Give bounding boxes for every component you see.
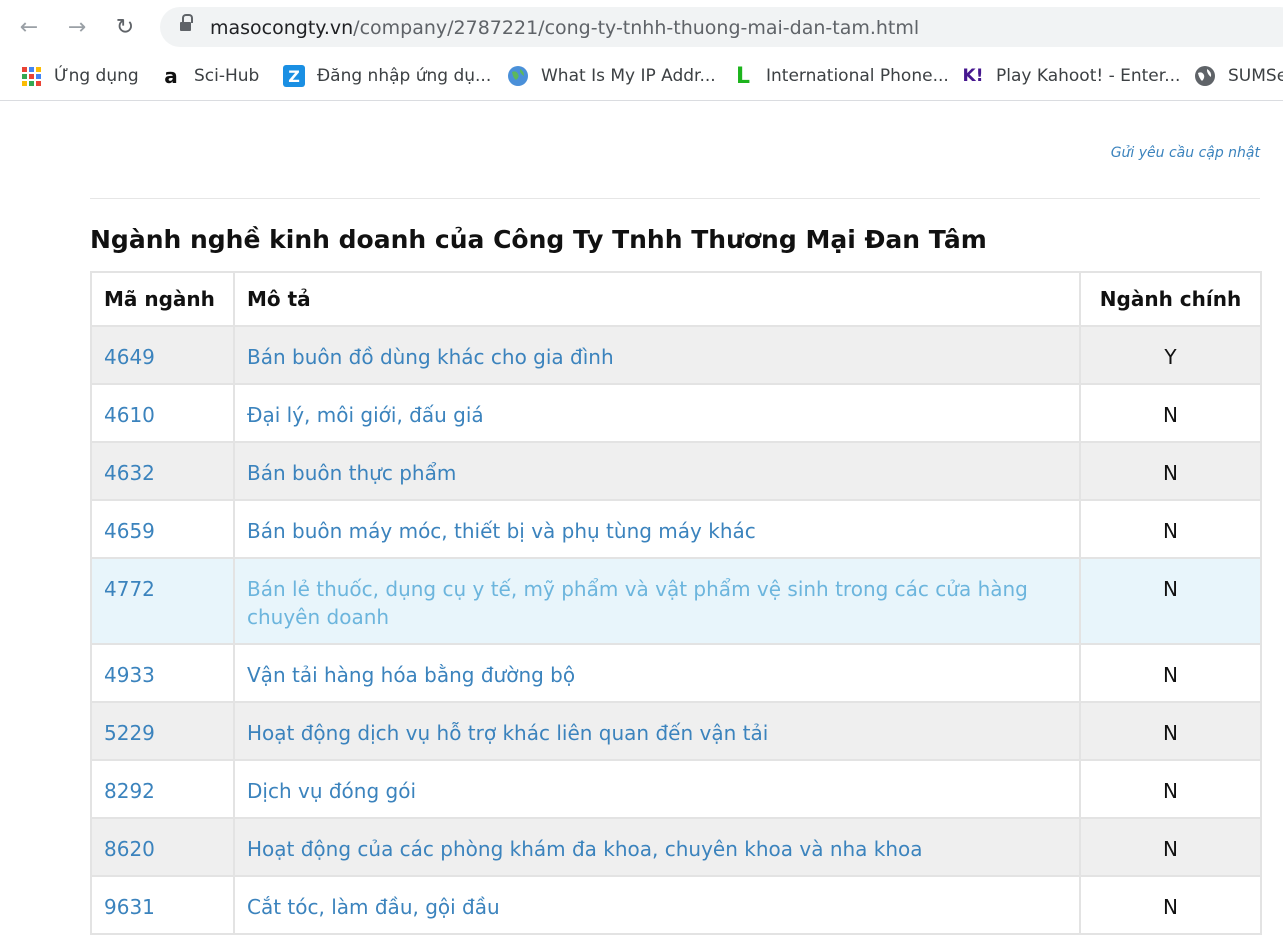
industry-code-link[interactable]: 9631 bbox=[90, 875, 235, 935]
back-arrow-icon[interactable]: ← bbox=[14, 12, 44, 42]
table-row: 4610 Đại lý, môi giới, đấu giá N bbox=[90, 383, 1262, 443]
industry-code-link[interactable]: 4772 bbox=[90, 557, 235, 645]
industry-code-link[interactable]: 4933 bbox=[90, 643, 235, 703]
section-title: Ngành nghề kinh doanh của Công Ty Tnhh T… bbox=[90, 225, 987, 254]
main-industry-flag: N bbox=[1079, 759, 1262, 819]
table-row: 5229 Hoạt động dịch vụ hỗ trợ khác liên … bbox=[90, 701, 1262, 761]
main-industry-flag: N bbox=[1079, 557, 1262, 645]
bookmark-sumse[interactable]: SUMSe bbox=[1194, 64, 1283, 88]
main-industry-flag: N bbox=[1079, 643, 1262, 703]
bookmark-label: What Is My IP Addr... bbox=[541, 66, 716, 86]
industry-desc-link[interactable]: Bán buôn máy móc, thiết bị và phụ tùng m… bbox=[233, 499, 1081, 559]
bookmark-scihub[interactable]: a Sci-Hub bbox=[160, 64, 259, 88]
browser-toolbar: ← → ↻ masocongty.vn/company/2787221/cong… bbox=[0, 0, 1283, 54]
bookmark-label: Sci-Hub bbox=[194, 66, 260, 86]
business-lines-table: Mã ngành Mô tả Ngành chính 4649 Bán buôn… bbox=[90, 271, 1262, 935]
divider bbox=[90, 198, 1260, 199]
table-row: 4933 Vận tải hàng hóa bằng đường bộ N bbox=[90, 643, 1262, 703]
industry-code-link[interactable]: 5229 bbox=[90, 701, 235, 761]
industry-desc-link[interactable]: Hoạt động dịch vụ hỗ trợ khác liên quan … bbox=[233, 701, 1081, 761]
main-industry-flag: N bbox=[1079, 383, 1262, 443]
main-industry-flag: N bbox=[1079, 875, 1262, 935]
url-domain: masocongty.vn bbox=[210, 17, 354, 39]
header-desc: Mô tả bbox=[233, 271, 1081, 327]
table-row: 4659 Bán buôn máy móc, thiết bị và phụ t… bbox=[90, 499, 1262, 559]
industry-desc-link[interactable]: Cắt tóc, làm đầu, gội đầu bbox=[233, 875, 1081, 935]
bookmark-apps[interactable]: Ứng dụng bbox=[20, 64, 139, 88]
bookmark-zalo[interactable]: Z Đăng nhập ứng dụ... bbox=[283, 64, 491, 88]
industry-desc-link[interactable]: Dịch vụ đóng gói bbox=[233, 759, 1081, 819]
industry-code-link[interactable]: 4610 bbox=[90, 383, 235, 443]
url-path: /company/2787221/cong-ty-tnhh-thuong-mai… bbox=[353, 17, 920, 39]
industry-desc-link[interactable]: Bán buôn đồ dùng khác cho gia đình bbox=[233, 325, 1081, 385]
lock-icon bbox=[180, 14, 193, 31]
reload-icon[interactable]: ↻ bbox=[110, 12, 140, 42]
table-row: 4649 Bán buôn đồ dùng khác cho gia đình … bbox=[90, 325, 1262, 385]
header-code: Mã ngành bbox=[90, 271, 235, 327]
bookmark-intl-phone[interactable]: L International Phone... bbox=[732, 63, 949, 89]
bookmark-label: Ứng dụng bbox=[54, 66, 139, 86]
table-header-row: Mã ngành Mô tả Ngành chính bbox=[90, 271, 1262, 327]
bookmarks-bar: Ứng dụng a Sci-Hub Z Đăng nhập ứng dụ...… bbox=[0, 56, 1283, 101]
update-request-link[interactable]: Gửi yêu cầu cập nhật bbox=[1111, 145, 1260, 161]
bookmark-label: Đăng nhập ứng dụ... bbox=[317, 66, 492, 86]
industry-code-link[interactable]: 4649 bbox=[90, 325, 235, 385]
bookmark-label: SUMSe bbox=[1228, 66, 1283, 86]
url-text[interactable]: masocongty.vn/company/2787221/cong-ty-tn… bbox=[210, 17, 919, 39]
industry-desc-link[interactable]: Hoạt động của các phòng khám đa khoa, ch… bbox=[233, 817, 1081, 877]
zalo-icon: Z bbox=[283, 65, 305, 87]
main-industry-flag: Y bbox=[1079, 325, 1262, 385]
industry-desc-link[interactable]: Bán buôn thực phẩm bbox=[233, 441, 1081, 501]
main-industry-flag: N bbox=[1079, 499, 1262, 559]
apps-grid-icon bbox=[20, 65, 42, 87]
industry-code-link[interactable]: 8620 bbox=[90, 817, 235, 877]
address-bar[interactable]: masocongty.vn/company/2787221/cong-ty-tn… bbox=[160, 7, 1283, 47]
table-row: 4632 Bán buôn thực phẩm N bbox=[90, 441, 1262, 501]
table-row: 8620 Hoạt động của các phòng khám đa kho… bbox=[90, 817, 1262, 877]
amazon-icon: a bbox=[164, 64, 178, 88]
industry-desc-link[interactable]: Vận tải hàng hóa bằng đường bộ bbox=[233, 643, 1081, 703]
header-main: Ngành chính bbox=[1079, 271, 1262, 327]
globe-icon bbox=[507, 65, 529, 87]
industry-code-link[interactable]: 4659 bbox=[90, 499, 235, 559]
main-industry-flag: N bbox=[1079, 701, 1262, 761]
industry-desc-link[interactable]: Bán lẻ thuốc, dụng cụ y tế, mỹ phẩm và v… bbox=[233, 557, 1081, 645]
page-content: Gửi yêu cầu cập nhật Ngành nghề kinh doa… bbox=[0, 101, 1283, 935]
table-row: 8292 Dịch vụ đóng gói N bbox=[90, 759, 1262, 819]
industry-code-link[interactable]: 4632 bbox=[90, 441, 235, 501]
world-icon bbox=[1194, 65, 1216, 87]
table-row-hovered: 4772 Bán lẻ thuốc, dụng cụ y tế, mỹ phẩm… bbox=[90, 557, 1262, 645]
kahoot-icon: K! bbox=[962, 66, 984, 86]
bookmark-kahoot[interactable]: K! Play Kahoot! - Enter... bbox=[962, 64, 1181, 88]
bookmark-label: International Phone... bbox=[766, 66, 949, 86]
bookmark-whatismyip[interactable]: What Is My IP Addr... bbox=[507, 64, 716, 88]
industry-code-link[interactable]: 8292 bbox=[90, 759, 235, 819]
table-row: 9631 Cắt tóc, làm đầu, gội đầu N bbox=[90, 875, 1262, 935]
l-logo-icon: L bbox=[735, 63, 751, 89]
industry-desc-link[interactable]: Đại lý, môi giới, đấu giá bbox=[233, 383, 1081, 443]
forward-arrow-icon[interactable]: → bbox=[62, 12, 92, 42]
main-industry-flag: N bbox=[1079, 817, 1262, 877]
bookmark-label: Play Kahoot! - Enter... bbox=[996, 66, 1181, 86]
main-industry-flag: N bbox=[1079, 441, 1262, 501]
